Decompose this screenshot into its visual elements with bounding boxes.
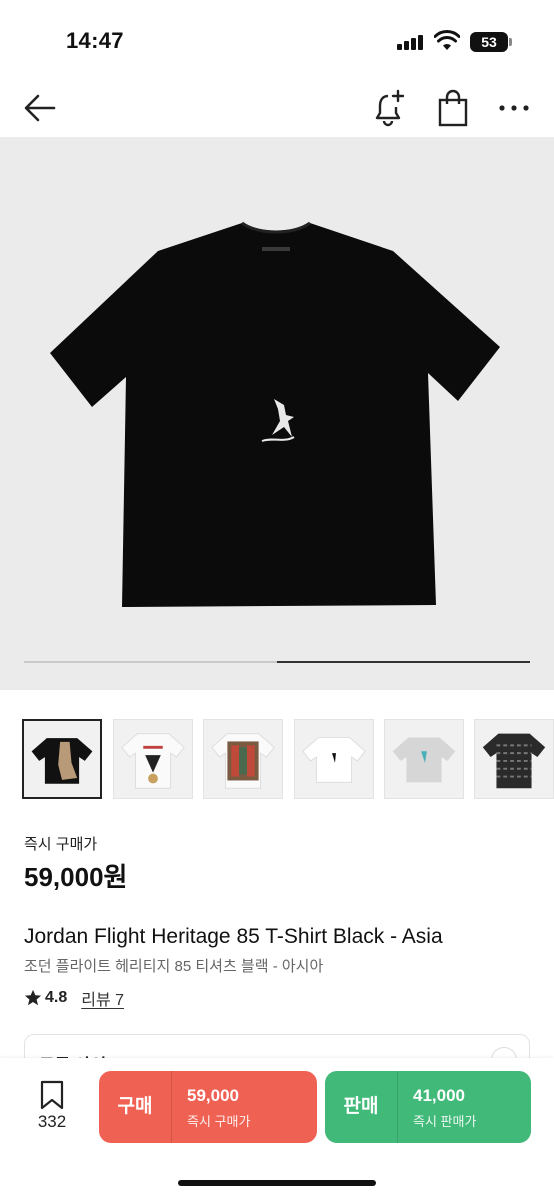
wishlist-count: 332	[37, 1112, 67, 1131]
tshirt-image	[50, 221, 500, 607]
back-arrow-icon[interactable]	[22, 90, 58, 126]
thumbnail-5[interactable]	[384, 719, 464, 799]
review-link[interactable]: 리뷰 7	[81, 986, 124, 1010]
wifi-icon	[434, 30, 460, 50]
nav-bar	[0, 80, 554, 136]
bell-plus-icon[interactable]	[372, 88, 408, 128]
thumbnail-1[interactable]	[22, 719, 102, 799]
thumbnail-2[interactable]	[113, 719, 193, 799]
sell-button-divider	[397, 1071, 398, 1143]
product-name-en: Jordan Flight Heritage 85 T-Shirt Black …	[24, 925, 443, 948]
carousel-progress-fill	[277, 661, 530, 663]
carousel-progress	[24, 661, 530, 663]
thumbnail-6[interactable]	[474, 719, 554, 799]
buy-button[interactable]: 구매 59,000 즉시 구매가	[99, 1071, 317, 1143]
bottom-action-bar: 332 구매 59,000 즉시 구매가 판매 41,000 즉시 판매가	[0, 1058, 554, 1200]
wishlist-button[interactable]: 332	[28, 1080, 76, 1136]
bookmark-icon	[40, 1080, 64, 1110]
thumbnail-strip	[22, 719, 554, 799]
sell-button-subtitle: 즉시 판매가	[413, 1114, 477, 1129]
signal-icon	[397, 34, 425, 50]
more-icon[interactable]	[496, 94, 532, 122]
buy-button-price: 59,000	[187, 1086, 239, 1105]
buy-button-divider	[171, 1071, 172, 1143]
sell-button[interactable]: 판매 41,000 즉시 판매가	[325, 1071, 531, 1143]
battery-cap	[509, 38, 512, 46]
rating-row: 4.8 리뷰 7	[24, 987, 124, 1009]
star-icon	[24, 989, 42, 1006]
price-value: 59,000원	[24, 862, 128, 892]
buy-button-subtitle: 즉시 구매가	[187, 1114, 251, 1129]
sell-button-title: 판매	[343, 1096, 379, 1117]
shopping-bag-icon[interactable]	[436, 88, 470, 128]
status-time: 14:47	[66, 28, 124, 53]
buy-button-title: 구매	[117, 1096, 153, 1117]
price-label: 즉시 구매가	[24, 836, 98, 853]
rating-value: 4.8	[45, 989, 68, 1006]
status-bar: 14:47 53	[0, 0, 554, 80]
thumbnail-4[interactable]	[294, 719, 374, 799]
product-name-ko: 조던 플라이트 헤리티지 85 티셔츠 블랙 - 아시아	[24, 958, 324, 975]
product-image-carousel[interactable]	[0, 137, 554, 690]
sell-button-price: 41,000	[413, 1086, 465, 1105]
home-indicator	[178, 1180, 376, 1186]
battery-indicator: 53	[470, 32, 508, 52]
thumbnail-3[interactable]	[203, 719, 283, 799]
